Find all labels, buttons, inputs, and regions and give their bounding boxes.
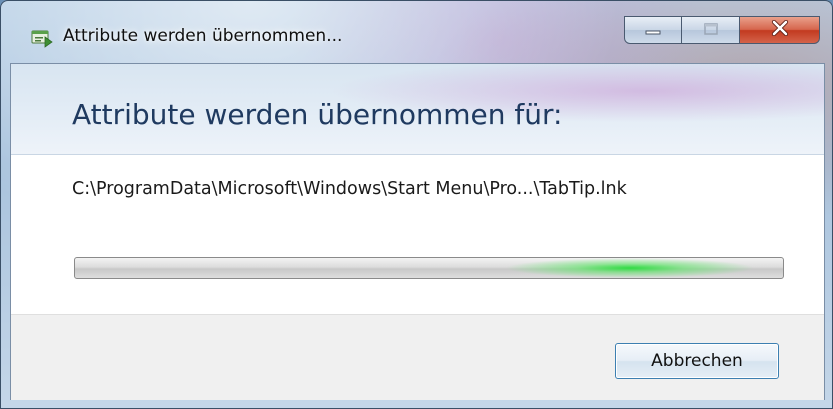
minimize-button[interactable] (624, 16, 682, 44)
cancel-button[interactable]: Abbrechen (615, 343, 779, 379)
app-icon (31, 28, 53, 48)
maximize-button[interactable] (682, 16, 740, 44)
current-file-path: C:\ProgramData\Microsoft\Windows\Start M… (72, 179, 627, 199)
maximize-icon (702, 21, 720, 40)
dialog-heading: Attribute werden übernommen für: (72, 98, 563, 131)
minimize-icon (644, 21, 662, 40)
close-icon (770, 19, 790, 40)
dialog-footer: Abbrechen (11, 314, 824, 400)
caption-buttons (624, 16, 820, 46)
progress-marquee (505, 258, 755, 278)
header-band: Attribute werden übernommen für: (11, 64, 824, 155)
dialog-window: Attribute werden übernommen... Attribute… (0, 0, 833, 409)
window-title: Attribute werden übernommen... (63, 26, 343, 46)
title-bar[interactable]: Attribute werden übernommen... (1, 1, 832, 63)
dialog-client-area: Attribute werden übernommen für: C:\Prog… (10, 63, 825, 400)
progress-bar (74, 257, 784, 279)
close-button[interactable] (740, 16, 820, 44)
